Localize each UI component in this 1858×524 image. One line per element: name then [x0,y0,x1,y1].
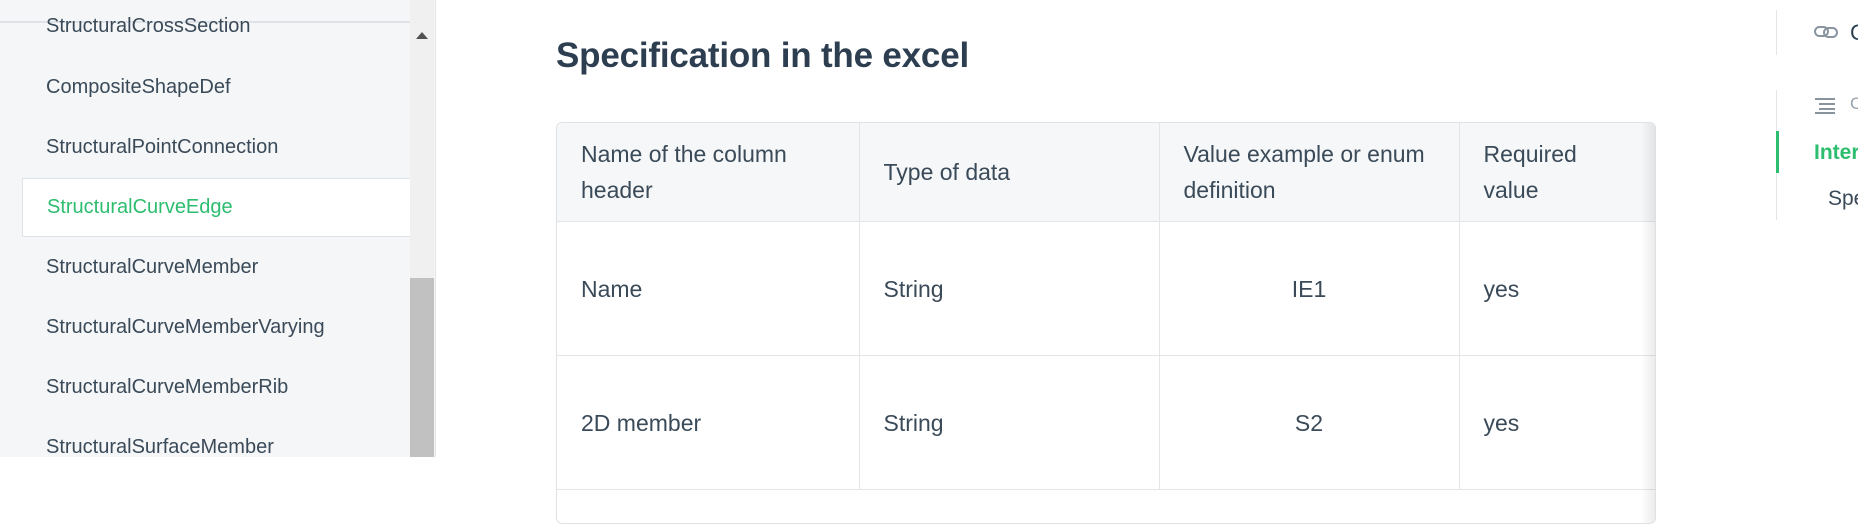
sidebar-item-composite-shape-def[interactable]: CompositeShapeDef [22,58,410,116]
main-content: Specification in the excel Name of the c… [436,0,1776,524]
list-icon [1815,98,1835,114]
toc-heading: C [1850,94,1858,113]
column-header-value: Value example or enum definition [1159,123,1460,222]
sidebar: StructuralCrossSection CompositeShapeDef… [0,0,436,457]
sidebar-item-structural-point-connection[interactable]: StructuralPointConnection [22,118,410,176]
header-text: Name of the column [581,141,787,167]
sidebar-item-structural-curve-member[interactable]: StructuralCurveMember [22,238,410,296]
table-cell: yes [1459,221,1655,356]
column-header-type: Type of data [859,123,1160,222]
spec-table-container[interactable]: Name of the column header Type of data Va… [556,122,1656,524]
table-cell: String [859,355,1160,490]
sidebar-item-structural-surface-member[interactable]: StructuralSurfaceMember [22,418,410,458]
header-text: Type of data [883,159,1011,185]
header-text: Value example or enum [1183,141,1425,167]
sidebar-item-structural-cross-section[interactable]: StructuralCrossSection [22,0,410,55]
scrollbar-thumb[interactable] [410,278,434,457]
sidebar-item-structural-curve-edge[interactable]: StructuralCurveEdge [22,178,410,237]
column-header-name: Name of the column header [557,123,860,222]
table-cell: S2 [1159,355,1460,490]
sidebar-item-structural-curve-member-rib[interactable]: StructuralCurveMemberRib [22,358,410,416]
table-cell: Name [557,221,860,356]
toc-top-label[interactable]: C [1850,20,1858,46]
sidebar-scrollbar[interactable] [410,0,434,457]
header-text: header [581,177,653,203]
table-header-row: Name of the column header Type of data Va… [557,123,1655,222]
scroll-up-arrow-icon[interactable] [416,32,428,39]
table-of-contents: C C Inter Spe [1776,0,1858,457]
table-cell: String [859,221,1160,356]
spec-table: Name of the column header Type of data Va… [557,123,1655,490]
table-cell: IE1 [1159,221,1460,356]
toc-item-interface[interactable]: Inter [1814,141,1858,165]
toc-active-indicator [1776,131,1779,173]
sidebar-item-structural-curve-member-varying[interactable]: StructuralCurveMemberVarying [22,298,410,356]
link-icon[interactable] [1814,22,1838,42]
page-title: Specification in the excel [556,36,969,75]
table-scroll-shadow [1641,123,1655,523]
header-text: definition [1183,177,1276,203]
header-text: Required value [1483,141,1577,203]
table-row: 2D member String S2 yes [557,355,1655,490]
table-cell: 2D member [557,355,860,490]
table-row: Name String IE1 yes [557,221,1655,356]
toc-item-specification[interactable]: Spe [1828,187,1858,211]
toc-divider [1776,10,1777,55]
table-cell: yes [1459,355,1655,490]
column-header-required: Required value [1459,123,1655,222]
